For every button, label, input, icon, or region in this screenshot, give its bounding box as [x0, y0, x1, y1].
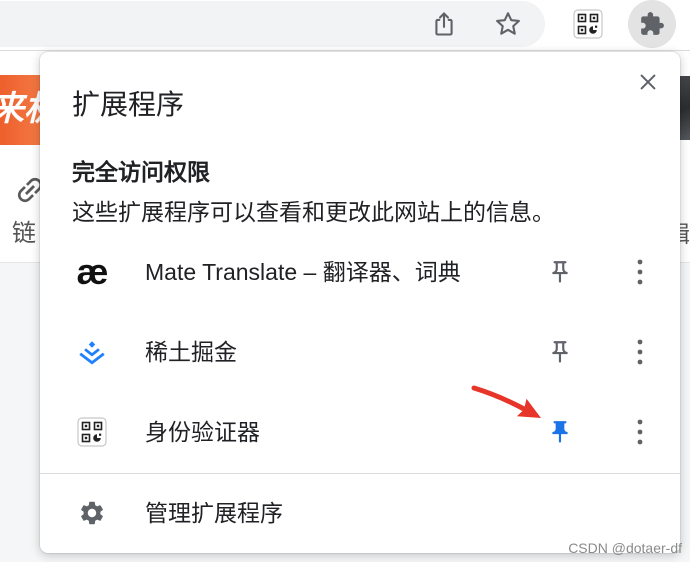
- juejin-logo: [79, 341, 105, 365]
- extension-row-mate-translate[interactable]: æ Mate Translate – 翻译器、词典: [40, 232, 680, 312]
- pin-button[interactable]: [540, 332, 580, 372]
- extensions-menu-button[interactable]: [628, 0, 676, 48]
- watermark: CSDN @dotaer-df: [568, 540, 682, 556]
- extension-name: 稀土掘金: [145, 339, 237, 365]
- more-options-button[interactable]: [620, 252, 660, 292]
- more-options-button[interactable]: [620, 412, 660, 452]
- extensions-popup: 扩展程序 完全访问权限 这些扩展程序可以查看和更改此网站上的信息。 æ Mate…: [40, 52, 680, 553]
- browser-toolbar: [0, 0, 690, 51]
- more-vert-icon: [637, 259, 643, 285]
- qr-code-icon: [573, 9, 603, 39]
- gear-icon: [76, 497, 108, 529]
- full-access-heading: 完全访问权限: [72, 159, 210, 185]
- pin-icon: [552, 341, 568, 363]
- mate-translate-logo-glyph: æ: [76, 251, 108, 292]
- bookmark-star-button[interactable]: [486, 2, 530, 46]
- extension-name: 身份验证器: [145, 419, 260, 445]
- link-tool-button[interactable]: 链: [8, 169, 43, 253]
- puzzle-icon: [641, 12, 664, 35]
- authenticator-extension-button[interactable]: [566, 2, 610, 46]
- pin-button[interactable]: [540, 412, 580, 452]
- juejin-icon: [76, 336, 108, 368]
- share-button[interactable]: [422, 2, 466, 46]
- pin-icon: [552, 421, 568, 443]
- full-access-description: 这些扩展程序可以查看和更改此网站上的信息。: [72, 199, 555, 225]
- more-vert-icon: [637, 339, 643, 365]
- extension-row-authenticator[interactable]: 身份验证器: [40, 392, 680, 472]
- extension-row-juejin[interactable]: 稀土掘金: [40, 312, 680, 392]
- manage-extensions-label: 管理扩展程序: [145, 500, 283, 526]
- more-options-button[interactable]: [620, 332, 660, 372]
- pin-icon: [552, 261, 568, 283]
- mate-translate-icon: æ: [76, 251, 108, 292]
- star-icon: [496, 12, 520, 35]
- link-tool-label: 链: [12, 220, 36, 247]
- pin-button[interactable]: [540, 252, 580, 292]
- close-icon: [640, 74, 656, 90]
- close-button[interactable]: [628, 62, 668, 102]
- authenticator-logo: [77, 417, 107, 447]
- gear-icon-graphic: [81, 501, 103, 525]
- popup-title: 扩展程序: [72, 89, 185, 120]
- extension-name: Mate Translate – 翻译器、词典: [145, 259, 461, 285]
- share-icon: [435, 12, 453, 36]
- qr-code-icon: [76, 416, 108, 448]
- more-vert-icon: [637, 419, 643, 445]
